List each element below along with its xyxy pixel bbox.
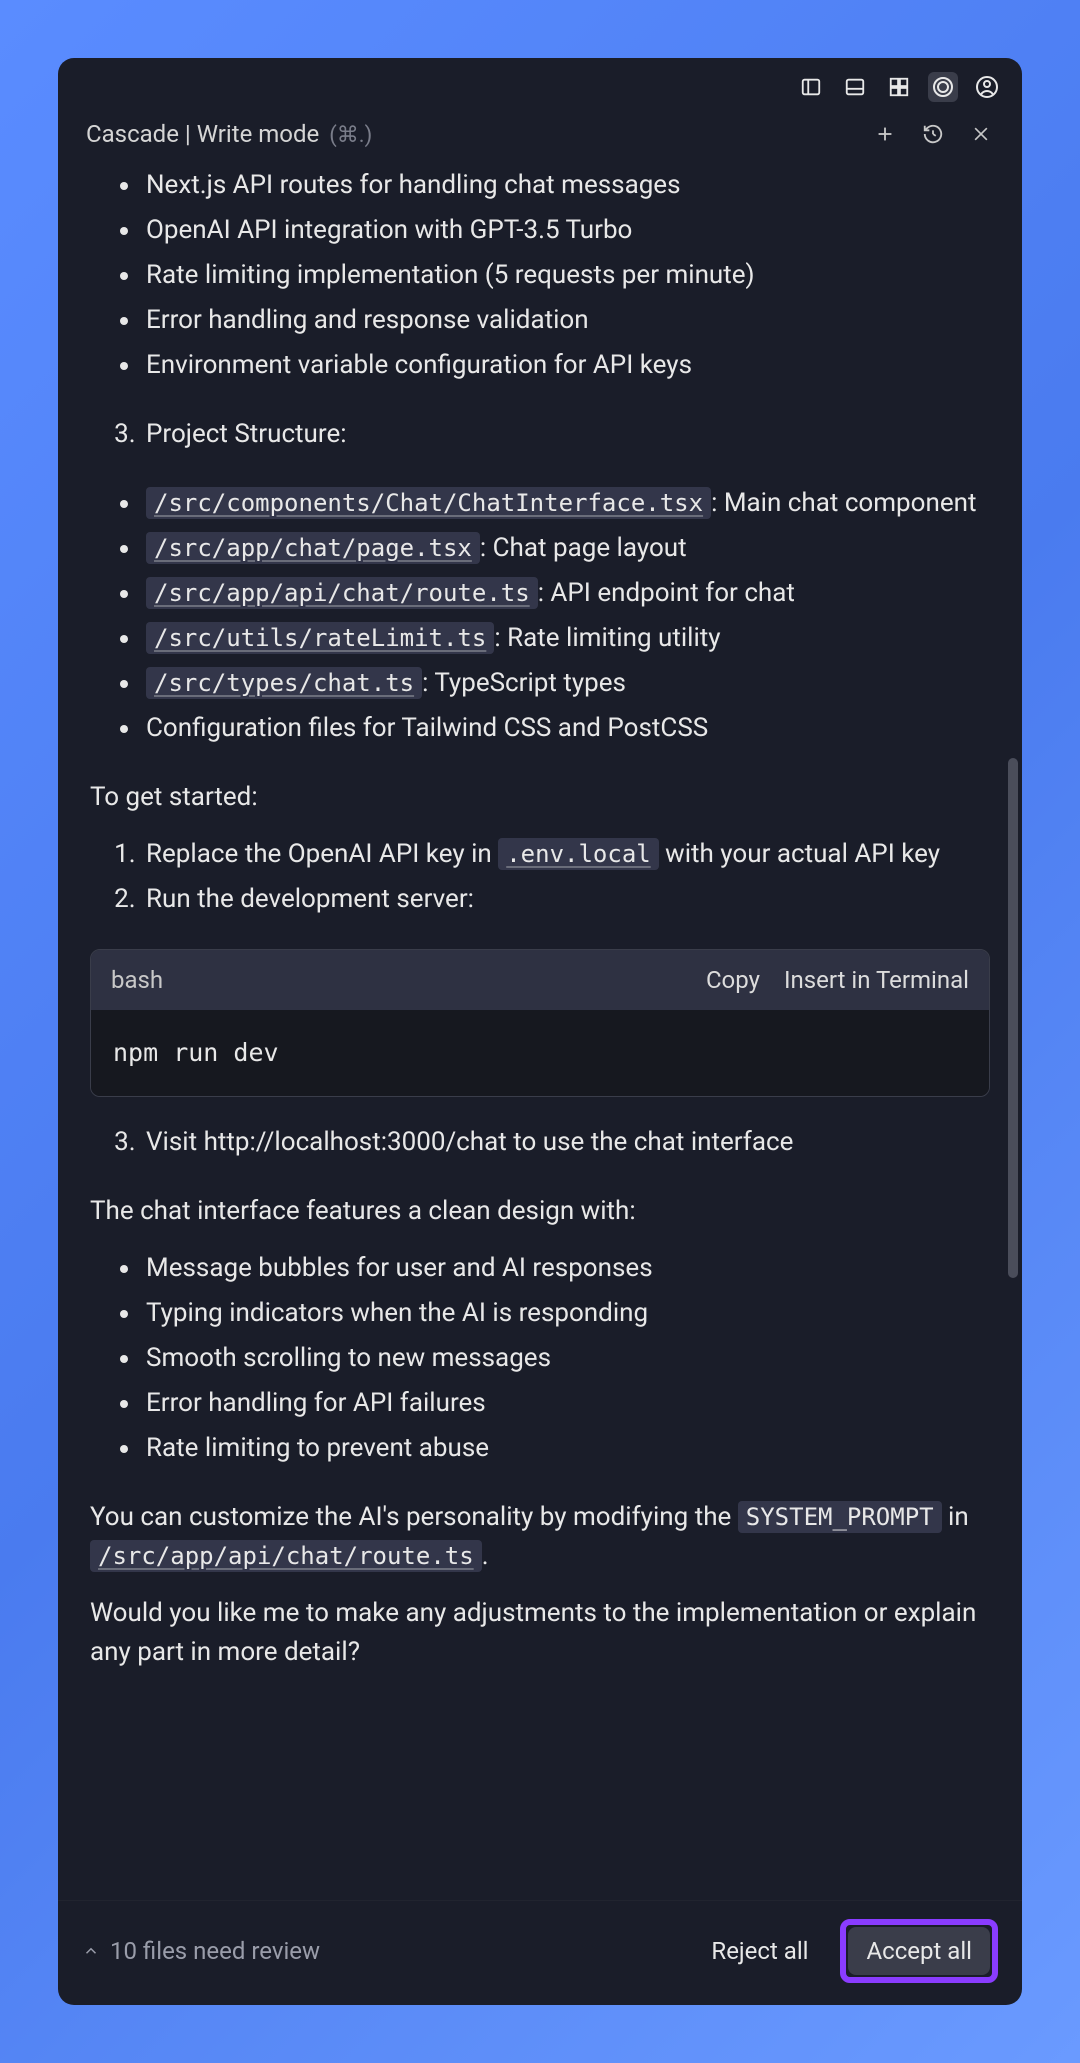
env-file: .env.local — [498, 838, 659, 870]
code-block-body: npm run dev — [91, 1010, 989, 1096]
accept-all-button[interactable]: Accept all — [848, 1927, 990, 1975]
customize-note: You can customize the AI's personality b… — [90, 1498, 990, 1576]
review-footer: 10 files need review Reject all Accept a… — [58, 1900, 1022, 2005]
cascade-window: Cascade | Write mode (⌘.) Next.js API ro… — [58, 58, 1022, 2005]
project-structure-list: /src/components/Chat/ChatInterface.tsx: … — [90, 484, 990, 748]
panel-bottom-icon[interactable] — [840, 72, 870, 102]
list-item: Replace the OpenAI API key in .env.local… — [142, 835, 990, 874]
list-item: Rate limiting implementation (5 requests… — [142, 256, 990, 295]
list-item: /src/app/api/chat/route.ts: API endpoint… — [142, 574, 990, 613]
files-review-toggle[interactable]: 10 files need review — [82, 1937, 679, 1965]
list-item: Message bubbles for user and AI response… — [142, 1249, 990, 1288]
section-project-structure: Project Structure: — [142, 415, 990, 454]
assistant-response: Next.js API routes for handling chat mes… — [58, 156, 1022, 1900]
window-titlebar — [58, 58, 1022, 110]
list-item: /src/components/Chat/ChatInterface.tsx: … — [142, 484, 990, 523]
history-icon[interactable] — [920, 121, 946, 147]
system-prompt-var: SYSTEM_PROMPT — [738, 1501, 942, 1533]
features-intro: The chat interface features a clean desi… — [90, 1192, 990, 1231]
insert-terminal-button[interactable]: Insert in Terminal — [784, 962, 969, 998]
panel-header: Cascade | Write mode (⌘.) — [58, 110, 1022, 156]
user-account-icon[interactable] — [972, 72, 1002, 102]
cascade-logo-icon[interactable] — [928, 72, 958, 102]
list-item: Error handling for API failures — [142, 1384, 990, 1423]
reject-all-button[interactable]: Reject all — [693, 1927, 826, 1975]
list-item: OpenAI API integration with GPT-3.5 Turb… — [142, 211, 990, 250]
new-chat-icon[interactable] — [872, 121, 898, 147]
file-path: /src/app/chat/page.tsx — [146, 532, 480, 564]
code-lang-label: bash — [111, 962, 682, 998]
list-item: Next.js API routes for handling chat mes… — [142, 166, 990, 205]
list-item: Visit http://localhost:3000/chat to use … — [142, 1123, 990, 1162]
list-item: /src/app/chat/page.tsx: Chat page layout — [142, 529, 990, 568]
file-path: /src/components/Chat/ChatInterface.tsx — [146, 487, 711, 519]
list-item: Typing indicators when the AI is respond… — [142, 1294, 990, 1333]
mode-title: Cascade | Write mode — [86, 120, 319, 148]
panel-left-icon[interactable] — [796, 72, 826, 102]
list-item: Run the development server: — [142, 880, 990, 919]
section-heading-list: Project Structure: — [90, 415, 990, 454]
list-item: Configuration files for Tailwind CSS and… — [142, 709, 990, 748]
files-review-label: 10 files need review — [110, 1937, 320, 1965]
list-item: /src/utils/rateLimit.ts: Rate limiting u… — [142, 619, 990, 658]
features-list: Message bubbles for user and AI response… — [90, 1249, 990, 1468]
getting-started-steps: Replace the OpenAI API key in .env.local… — [90, 835, 990, 919]
copy-button[interactable]: Copy — [706, 962, 760, 998]
list-item: /src/types/chat.ts: TypeScript types — [142, 664, 990, 703]
code-block-header: bash Copy Insert in Terminal — [91, 950, 989, 1010]
accept-highlight: Accept all — [840, 1919, 998, 1983]
scrollbar-thumb[interactable] — [1008, 758, 1018, 1278]
mode-shortcut: (⌘.) — [329, 123, 372, 148]
code-block: bash Copy Insert in Terminal npm run dev — [90, 949, 990, 1097]
close-icon[interactable] — [968, 121, 994, 147]
layout-grid-icon[interactable] — [884, 72, 914, 102]
chevron-up-icon — [82, 1942, 100, 1960]
list-item: Smooth scrolling to new messages — [142, 1339, 990, 1378]
route-file: /src/app/api/chat/route.ts — [90, 1540, 482, 1572]
getting-started-heading: To get started: — [90, 778, 990, 817]
file-path: /src/utils/rateLimit.ts — [146, 622, 494, 654]
closing-question: Would you like me to make any adjustment… — [90, 1594, 990, 1672]
feature-list-backend: Next.js API routes for handling chat mes… — [90, 166, 990, 385]
step3-list: Visit http://localhost:3000/chat to use … — [90, 1123, 990, 1162]
file-path: /src/types/chat.ts — [146, 667, 422, 699]
list-item: Rate limiting to prevent abuse — [142, 1429, 990, 1468]
list-item: Error handling and response validation — [142, 301, 990, 340]
file-path: /src/app/api/chat/route.ts — [146, 577, 538, 609]
list-item: Environment variable configuration for A… — [142, 346, 990, 385]
